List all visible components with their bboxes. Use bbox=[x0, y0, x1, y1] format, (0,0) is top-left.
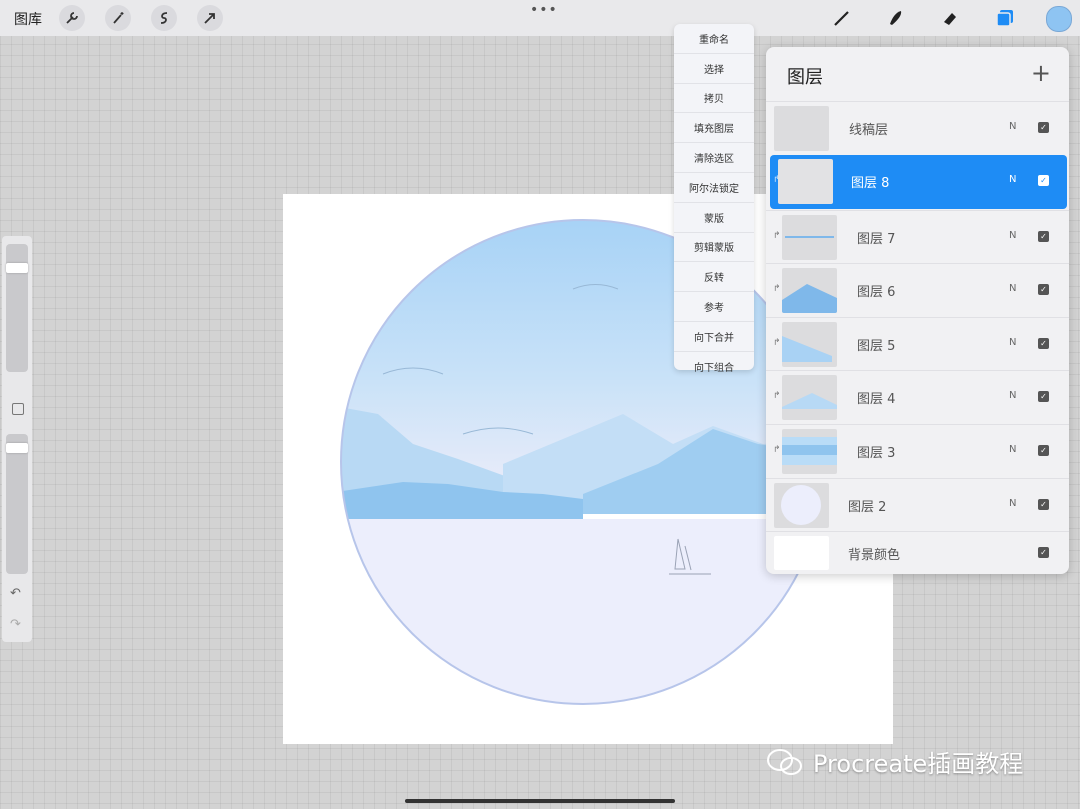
layer-thumbnail bbox=[782, 268, 837, 313]
menu-item-reference[interactable]: 参考 bbox=[674, 292, 754, 322]
smudge-icon[interactable] bbox=[883, 5, 909, 31]
menu-item-clear[interactable]: 清除选区 bbox=[674, 143, 754, 173]
visibility-checkbox[interactable]: ✓ bbox=[1038, 284, 1049, 295]
top-toolbar: 图库 ••• bbox=[0, 0, 1080, 36]
blend-mode-button[interactable]: N bbox=[1009, 174, 1016, 185]
watermark-text: Procreate插画教程 bbox=[813, 750, 1024, 778]
redo-icon[interactable]: ↷ bbox=[10, 617, 21, 632]
layer-thumbnail bbox=[774, 483, 829, 528]
gallery-button[interactable]: 图库 bbox=[14, 9, 42, 29]
watermark: Procreate插画教程 bbox=[765, 744, 1023, 779]
clip-arrow-icon: ↱ bbox=[773, 338, 781, 348]
clip-arrow-icon: ↱ bbox=[773, 391, 781, 401]
undo-icon[interactable]: ↶ bbox=[10, 586, 21, 601]
layer-name: 图层 5 bbox=[857, 339, 896, 354]
blend-mode-button[interactable]: N bbox=[1009, 230, 1016, 241]
opacity-slider[interactable] bbox=[6, 434, 28, 574]
layer-thumbnail bbox=[778, 159, 833, 204]
more-options-icon[interactable]: ••• bbox=[530, 2, 558, 18]
clip-arrow-icon: ↱ bbox=[773, 284, 781, 294]
wechat-icon bbox=[767, 748, 802, 775]
layer-thumbnail bbox=[774, 536, 829, 570]
layer-options-menu: 重命名 选择 拷贝 填充图层 清除选区 阿尔法锁定 蒙版 剪辑蒙版 反转 参考 … bbox=[674, 24, 754, 374]
clip-arrow-icon: ↱ bbox=[773, 231, 781, 241]
layers-panel: 图层 + 线稿层 N ✓ ↱ 图层 8 N ✓ ↱ 图层 7 N ✓ ↱ 图层 … bbox=[766, 47, 1069, 574]
visibility-checkbox[interactable]: ✓ bbox=[1038, 231, 1049, 242]
eraser-icon[interactable] bbox=[937, 5, 963, 31]
layer-name: 图层 3 bbox=[857, 446, 896, 461]
visibility-checkbox[interactable]: ✓ bbox=[1038, 391, 1049, 402]
transform-arrow-icon[interactable] bbox=[197, 5, 223, 31]
layers-panel-title: 图层 bbox=[787, 67, 823, 88]
menu-item-rename[interactable]: 重命名 bbox=[674, 24, 754, 54]
visibility-checkbox[interactable]: ✓ bbox=[1038, 122, 1049, 133]
brush-icon[interactable] bbox=[829, 5, 855, 31]
blend-mode-button[interactable]: N bbox=[1009, 283, 1016, 294]
visibility-checkbox[interactable]: ✓ bbox=[1038, 499, 1049, 510]
layers-icon[interactable] bbox=[995, 8, 1015, 28]
layer-row[interactable]: ↱ 图层 7 N ✓ bbox=[766, 210, 1069, 264]
menu-item-alpha-lock[interactable]: 阿尔法锁定 bbox=[674, 173, 754, 203]
modify-button[interactable] bbox=[12, 403, 24, 415]
color-picker-swatch[interactable] bbox=[1046, 6, 1072, 32]
visibility-checkbox[interactable]: ✓ bbox=[1038, 547, 1049, 558]
layer-name: 图层 6 bbox=[857, 285, 896, 300]
layer-row-selected[interactable]: ↱ 图层 8 N ✓ bbox=[770, 155, 1067, 209]
layer-row[interactable]: 图层 2 N ✓ bbox=[766, 478, 1069, 532]
visibility-checkbox[interactable]: ✓ bbox=[1038, 175, 1049, 186]
layer-name: 图层 2 bbox=[848, 500, 887, 515]
brush-size-handle[interactable] bbox=[6, 263, 28, 273]
layer-name: 图层 8 bbox=[851, 176, 890, 191]
layer-row[interactable]: ↱ 图层 6 N ✓ bbox=[766, 263, 1069, 317]
menu-item-select[interactable]: 选择 bbox=[674, 54, 754, 84]
layer-name: 背景颜色 bbox=[848, 548, 901, 563]
layer-name: 图层 7 bbox=[857, 232, 896, 247]
selection-icon[interactable] bbox=[151, 5, 177, 31]
blend-mode-button[interactable]: N bbox=[1009, 121, 1016, 132]
menu-item-copy[interactable]: 拷贝 bbox=[674, 84, 754, 114]
blend-mode-button[interactable]: N bbox=[1009, 337, 1016, 348]
menu-item-merge-down[interactable]: 向下合并 bbox=[674, 322, 754, 352]
layer-name: 图层 4 bbox=[857, 392, 896, 407]
layer-row[interactable]: ↱ 图层 4 N ✓ bbox=[766, 370, 1069, 424]
visibility-checkbox[interactable]: ✓ bbox=[1038, 338, 1049, 349]
menu-item-combine-down[interactable]: 向下组合 bbox=[674, 352, 754, 381]
background-color-row[interactable]: 背景颜色 ✓ bbox=[766, 531, 1069, 574]
layer-thumbnail bbox=[782, 215, 837, 260]
layer-row[interactable]: ↱ 图层 5 N ✓ bbox=[766, 317, 1069, 371]
wrench-icon[interactable] bbox=[59, 5, 85, 31]
layer-row[interactable]: 线稿层 N ✓ bbox=[766, 101, 1069, 155]
magic-wand-icon[interactable] bbox=[105, 5, 131, 31]
visibility-checkbox[interactable]: ✓ bbox=[1038, 445, 1049, 456]
add-layer-button[interactable]: + bbox=[1031, 59, 1051, 87]
menu-item-invert[interactable]: 反转 bbox=[674, 262, 754, 293]
blend-mode-button[interactable]: N bbox=[1009, 498, 1016, 509]
blend-mode-button[interactable]: N bbox=[1009, 444, 1016, 455]
layer-thumbnail bbox=[782, 322, 837, 367]
layer-name: 线稿层 bbox=[849, 123, 889, 138]
home-indicator[interactable] bbox=[405, 799, 675, 803]
layer-thumbnail bbox=[774, 106, 829, 151]
clip-arrow-icon: ↱ bbox=[773, 445, 781, 455]
left-sidebar: ↶ ↷ bbox=[2, 236, 32, 642]
layer-thumbnail bbox=[782, 375, 837, 420]
blend-mode-button[interactable]: N bbox=[1009, 390, 1016, 401]
layer-thumbnail bbox=[782, 429, 837, 474]
opacity-handle[interactable] bbox=[6, 443, 28, 453]
menu-item-mask[interactable]: 蒙版 bbox=[674, 203, 754, 233]
menu-item-clipping-mask[interactable]: 剪辑蒙版 bbox=[674, 233, 754, 263]
layer-row[interactable]: ↱ 图层 3 N ✓ bbox=[766, 424, 1069, 478]
menu-item-fill-layer[interactable]: 填充图层 bbox=[674, 113, 754, 144]
